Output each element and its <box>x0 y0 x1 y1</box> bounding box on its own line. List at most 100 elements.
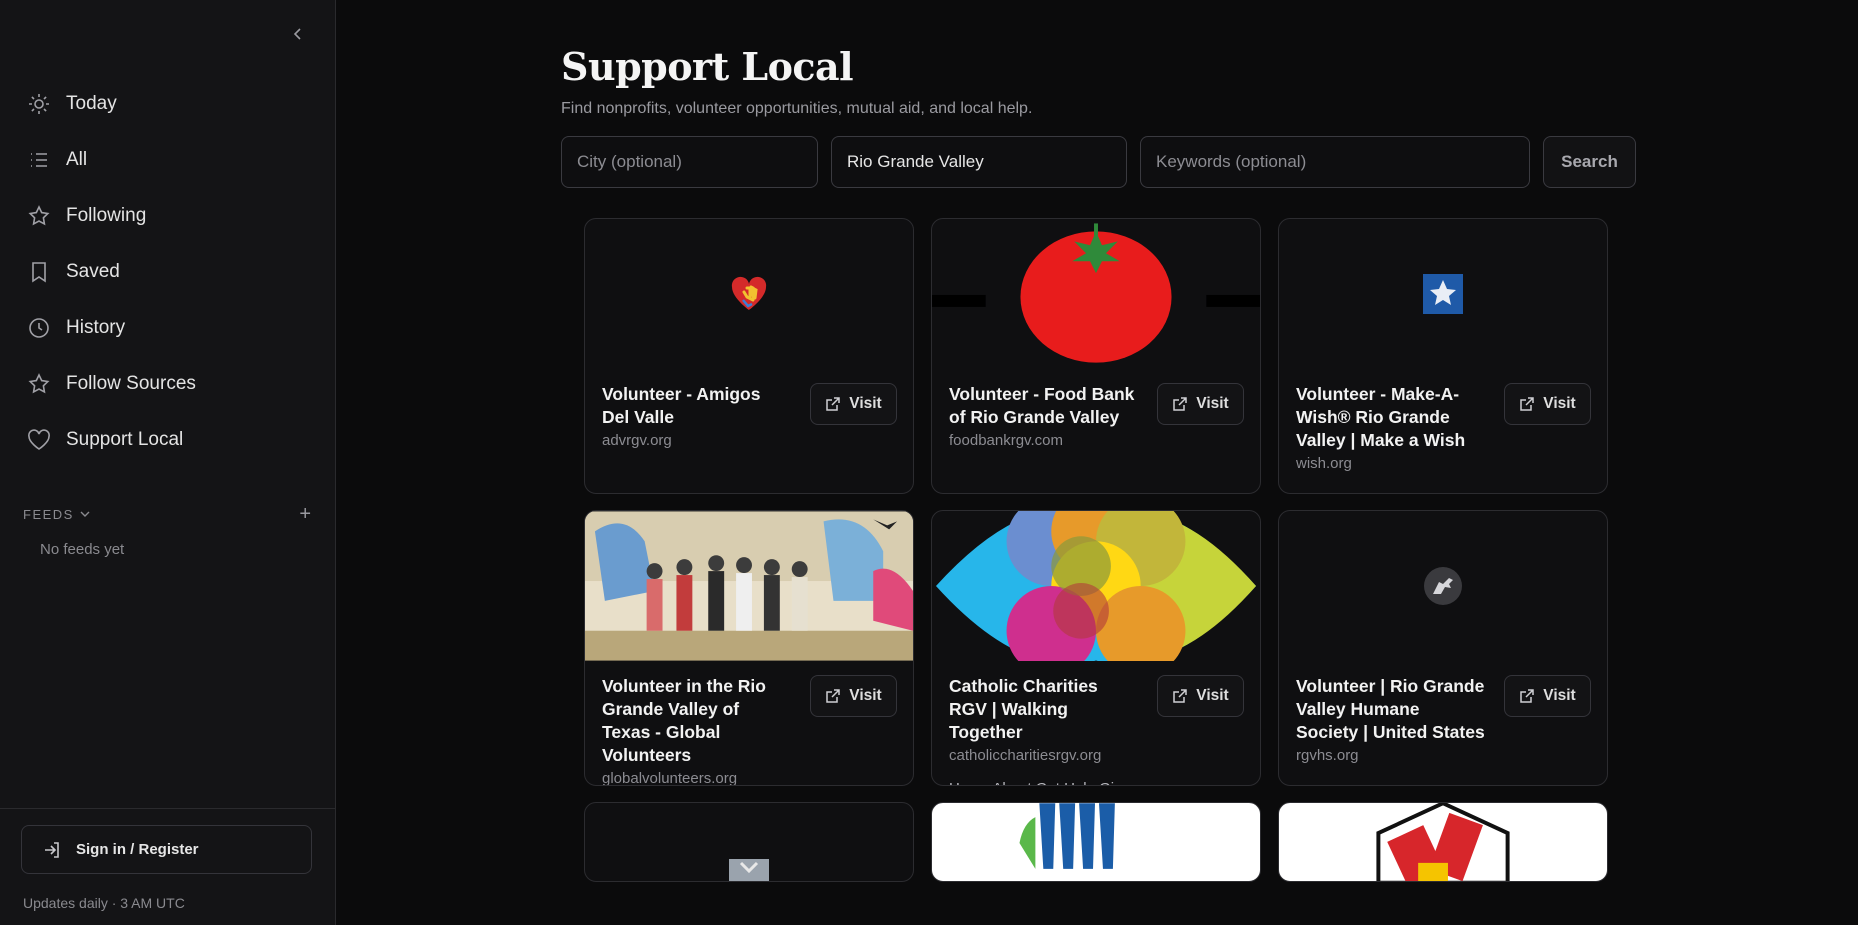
visit-button[interactable]: Visit <box>810 675 897 717</box>
clock-icon <box>26 315 52 341</box>
visit-label: Visit <box>1196 395 1229 412</box>
card-thumbnail <box>585 511 913 661</box>
region-input[interactable] <box>831 136 1127 188</box>
chevron-down-icon <box>80 511 90 517</box>
page-title: Support Local <box>561 44 854 89</box>
collapse-sidebar-button[interactable] <box>288 24 308 44</box>
chevron-left-icon <box>293 28 301 40</box>
add-feed-button[interactable]: + <box>299 504 311 524</box>
visit-label: Visit <box>1543 687 1576 704</box>
group-photo <box>585 511 913 661</box>
visit-button[interactable]: Visit <box>810 383 897 425</box>
result-card: Volunteer in the Rio Grande Valley of Te… <box>584 510 914 786</box>
result-card: Volunteer | Rio Grande Valley Humane Soc… <box>1278 510 1608 786</box>
sidebar-item-today[interactable]: Today <box>14 76 321 132</box>
sign-in-button[interactable]: Sign in / Register <box>21 825 312 874</box>
result-card: Catholic Charities RGV | Walking Togethe… <box>931 510 1261 786</box>
bookmark-icon <box>26 259 52 285</box>
card-domain: globalvolunteers.org <box>602 770 738 786</box>
feeds-toggle[interactable]: FEEDS <box>23 507 90 522</box>
page-subtitle: Find nonprofits, volunteer opportunities… <box>561 100 1033 117</box>
visit-button[interactable]: Visit <box>1157 675 1244 717</box>
sidebar-item-saved[interactable]: Saved <box>14 244 321 300</box>
card-title: Volunteer | Rio Grande Valley Humane Soc… <box>1296 676 1485 742</box>
feeds-header: FEEDS + <box>23 504 311 524</box>
sidebar-item-label: Following <box>66 205 147 226</box>
city-input[interactable] <box>561 136 818 188</box>
heart-hand-logo <box>731 276 767 310</box>
star-logo <box>1423 274 1463 314</box>
card-thumbnail <box>585 803 913 881</box>
sidebar-item-label: Saved <box>66 261 120 282</box>
card-domain: foodbankrgv.com <box>949 432 1063 449</box>
visit-button[interactable]: Visit <box>1157 383 1244 425</box>
visit-label: Visit <box>1196 687 1229 704</box>
card-thumbnail <box>932 219 1260 369</box>
log-in-icon <box>45 841 59 858</box>
external-link-icon <box>1520 397 1535 411</box>
sun-icon <box>26 91 52 117</box>
external-link-icon <box>1173 397 1188 411</box>
sidebar-item-label: Follow Sources <box>66 373 196 394</box>
card-domain: advrgv.org <box>602 432 672 449</box>
sidebar-item-all[interactable]: All <box>14 132 321 188</box>
update-schedule-text: Updates daily · 3 AM UTC <box>23 895 185 911</box>
result-card: Volunteer - Food Bank of Rio Grande Vall… <box>931 218 1261 494</box>
sidebar-footer: Sign in / Register Updates daily · 3 AM … <box>0 808 335 911</box>
sidebar-item-label: History <box>66 317 126 338</box>
result-card: Volunteer - Make-A-Wish® Rio Grande Vall… <box>1278 218 1608 494</box>
no-feeds-text: No feeds yet <box>40 541 125 558</box>
card-thumbnail <box>1279 511 1607 661</box>
card-domain: rgvhs.org <box>1296 747 1359 764</box>
visit-label: Visit <box>849 395 882 412</box>
colorful-circles-logo <box>935 511 1257 661</box>
results-grid: Volunteer - Amigos Del Valle advrgv.org … <box>584 218 1608 882</box>
sidebar-item-support-local[interactable]: Support Local <box>14 412 321 468</box>
card-domain: catholiccharitiesrgv.org <box>949 747 1102 764</box>
result-card <box>931 802 1261 882</box>
external-link-icon <box>826 689 841 703</box>
card-title: Volunteer - Food Bank of Rio Grande Vall… <box>949 384 1135 427</box>
sidebar-item-following[interactable]: Following <box>14 188 321 244</box>
sidebar-item-label: All <box>66 149 88 170</box>
search-button[interactable]: Search <box>1543 136 1636 188</box>
dog-logo <box>1424 567 1462 605</box>
card-thumbnail <box>932 803 1260 881</box>
card-title: Volunteer in the Rio Grande Valley of Te… <box>602 676 766 765</box>
tomato-logo <box>932 223 1260 363</box>
partial-logo <box>729 859 769 881</box>
house-logo <box>1376 803 1510 881</box>
people-logo <box>1019 803 1115 869</box>
star-icon <box>26 203 52 229</box>
feeds-title: FEEDS <box>23 506 74 522</box>
sidebar-item-label: Support Local <box>66 429 184 450</box>
card-title: Volunteer - Make-A-Wish® Rio Grande Vall… <box>1296 384 1466 450</box>
card-thumbnail <box>932 511 1260 661</box>
visit-label: Visit <box>1543 395 1576 412</box>
visit-button[interactable]: Visit <box>1504 675 1591 717</box>
sidebar-nav: Today All Following Saved History Follow… <box>14 76 321 468</box>
card-title: Catholic Charities RGV | Walking Togethe… <box>949 676 1098 742</box>
sign-in-label: Sign in / Register <box>76 841 199 858</box>
heart-icon <box>26 427 52 453</box>
external-link-icon <box>826 397 841 411</box>
sidebar-item-follow-sources[interactable]: Follow Sources <box>14 356 321 412</box>
card-thumbnail <box>1279 803 1607 881</box>
keywords-input[interactable] <box>1140 136 1530 188</box>
visit-label: Visit <box>849 687 882 704</box>
result-card: Volunteer - Amigos Del Valle advrgv.org … <box>584 218 914 494</box>
external-link-icon <box>1520 689 1535 703</box>
card-title: Volunteer - Amigos Del Valle <box>602 384 761 427</box>
list-icon <box>26 147 52 173</box>
main-content: Support Local Find nonprofits, volunteer… <box>336 0 1858 925</box>
sidebar-item-history[interactable]: History <box>14 300 321 356</box>
search-bar: Search <box>561 136 1636 188</box>
card-thumbnail <box>1279 219 1607 369</box>
app: Today All Following Saved History Follow… <box>0 0 1858 925</box>
result-card <box>584 802 914 882</box>
visit-button[interactable]: Visit <box>1504 383 1591 425</box>
result-card <box>1278 802 1608 882</box>
sidebar-item-label: Today <box>66 93 117 114</box>
star-icon <box>26 371 52 397</box>
external-link-icon <box>1173 689 1188 703</box>
